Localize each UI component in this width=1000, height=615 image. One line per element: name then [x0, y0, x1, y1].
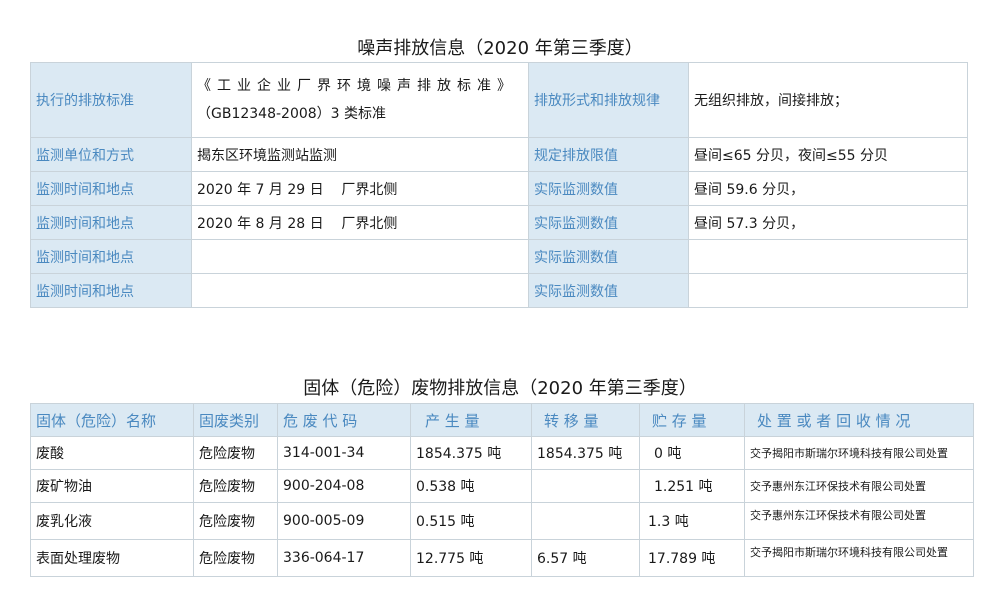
measure-value	[688, 239, 968, 274]
measure-value: 昼间 59.6 分贝，	[688, 171, 968, 206]
measure-value: 昼间 57.3 分贝，	[688, 205, 968, 240]
waste-stored: 17.789 吨	[639, 539, 745, 577]
waste-generated: 12.775 吨	[410, 539, 532, 577]
measure-value	[688, 273, 968, 308]
standard-line1: 《工业企业厂界环境噪声排放标准》	[197, 78, 517, 94]
measure-label: 实际监测数值	[528, 171, 689, 206]
unit-value: 揭东区环境监测站监测	[191, 137, 529, 172]
monitor-time-value	[191, 273, 529, 308]
unit-label: 监测单位和方式	[30, 137, 192, 172]
measure-label: 实际监测数值	[528, 273, 689, 308]
measure-label: 实际监测数值	[528, 239, 689, 274]
waste-category: 危险废物	[193, 469, 278, 503]
monitor-time-label: 监测时间和地点	[30, 205, 192, 240]
waste-transferred: 6.57 吨	[531, 539, 640, 577]
waste-name: 废矿物油	[30, 469, 194, 503]
standard-line2: （GB12348-2008）3 类标准	[197, 106, 387, 122]
waste-stored: 1.251 吨	[639, 469, 745, 503]
header-disposal: 处 置 或 者 回 收 情 况	[744, 403, 974, 437]
waste-transferred: 1854.375 吨	[531, 436, 640, 470]
waste-section-title: 固体（危险）废物排放信息（2020 年第三季度）	[303, 378, 697, 399]
limit-label: 规定排放限值	[528, 137, 689, 172]
waste-category: 危险废物	[193, 436, 278, 470]
standard-value: 《工业企业厂界环境噪声排放标准》 （GB12348-2008）3 类标准	[191, 62, 529, 138]
header-stored: 贮 存 量	[639, 403, 745, 437]
monitor-time-value	[191, 239, 529, 274]
monitor-time-label: 监测时间和地点	[30, 239, 192, 274]
table-row: 监测时间和地点 2020 年 8 月 28 日 厂界北侧 实际监测数值 昼间 5…	[30, 205, 968, 240]
waste-info-table: 固体（危险）名称 固废类别 危 废 代 码 产 生 量 转 移 量 贮 存 量 …	[30, 403, 974, 577]
table-row: 执行的排放标准 《工业企业厂界环境噪声排放标准》 （GB12348-2008）3…	[30, 62, 968, 138]
waste-disposal: 交予揭阳市斯瑞尔环境科技有限公司处置	[744, 436, 974, 470]
waste-disposal: 交予惠州东江环保技术有限公司处置	[744, 502, 974, 540]
waste-disposal: 交予揭阳市斯瑞尔环境科技有限公司处置	[744, 539, 974, 577]
waste-name: 废酸	[30, 436, 194, 470]
monitor-time-label: 监测时间和地点	[30, 273, 192, 308]
table-row: 表面处理废物 危险废物 336-064-17 12.775 吨 6.57 吨 1…	[30, 539, 974, 577]
waste-code: 900-005-09	[277, 502, 411, 540]
waste-transferred	[531, 469, 640, 503]
header-transferred: 转 移 量	[531, 403, 640, 437]
waste-code: 336-064-17	[277, 539, 411, 577]
table-row: 废矿物油 危险废物 900-204-08 0.538 吨 1.251 吨 交予惠…	[30, 469, 974, 503]
form-label: 排放形式和排放规律	[528, 62, 689, 138]
waste-disposal: 交予惠州东江环保技术有限公司处置	[744, 469, 974, 503]
limit-value: 昼间≤65 分贝，夜间≤55 分贝	[688, 137, 968, 172]
waste-name: 表面处理废物	[30, 539, 194, 577]
table-header-row: 固体（危险）名称 固废类别 危 废 代 码 产 生 量 转 移 量 贮 存 量 …	[30, 403, 974, 437]
table-row: 监测时间和地点 2020 年 7 月 29 日 厂界北侧 实际监测数值 昼间 5…	[30, 171, 968, 206]
table-row: 废酸 危险废物 314-001-34 1854.375 吨 1854.375 吨…	[30, 436, 974, 470]
header-name: 固体（危险）名称	[30, 403, 194, 437]
standard-label: 执行的排放标准	[30, 62, 192, 138]
waste-category: 危险废物	[193, 502, 278, 540]
monitor-time-label: 监测时间和地点	[30, 171, 192, 206]
measure-label: 实际监测数值	[528, 205, 689, 240]
form-value: 无组织排放，间接排放；	[688, 62, 968, 138]
waste-name: 废乳化液	[30, 502, 194, 540]
waste-code: 314-001-34	[277, 436, 411, 470]
header-code: 危 废 代 码	[277, 403, 411, 437]
monitor-time-value: 2020 年 7 月 29 日 厂界北侧	[191, 171, 529, 206]
monitor-time-value: 2020 年 8 月 28 日 厂界北侧	[191, 205, 529, 240]
waste-stored: 0 吨	[639, 436, 745, 470]
table-row: 监测时间和地点 实际监测数值	[30, 273, 968, 308]
waste-category: 危险废物	[193, 539, 278, 577]
waste-generated: 0.515 吨	[410, 502, 532, 540]
table-row: 监测时间和地点 实际监测数值	[30, 239, 968, 274]
table-row: 废乳化液 危险废物 900-005-09 0.515 吨 1.3 吨 交予惠州东…	[30, 502, 974, 540]
waste-transferred	[531, 502, 640, 540]
waste-stored: 1.3 吨	[639, 502, 745, 540]
waste-code: 900-204-08	[277, 469, 411, 503]
noise-section-title: 噪声排放信息（2020 年第三季度）	[357, 38, 643, 59]
table-row: 监测单位和方式 揭东区环境监测站监测 规定排放限值 昼间≤65 分贝，夜间≤55…	[30, 137, 968, 172]
noise-info-table: 执行的排放标准 《工业企业厂界环境噪声排放标准》 （GB12348-2008）3…	[30, 62, 968, 308]
header-generated: 产 生 量	[410, 403, 532, 437]
header-category: 固废类别	[193, 403, 278, 437]
waste-generated: 0.538 吨	[410, 469, 532, 503]
waste-generated: 1854.375 吨	[410, 436, 532, 470]
